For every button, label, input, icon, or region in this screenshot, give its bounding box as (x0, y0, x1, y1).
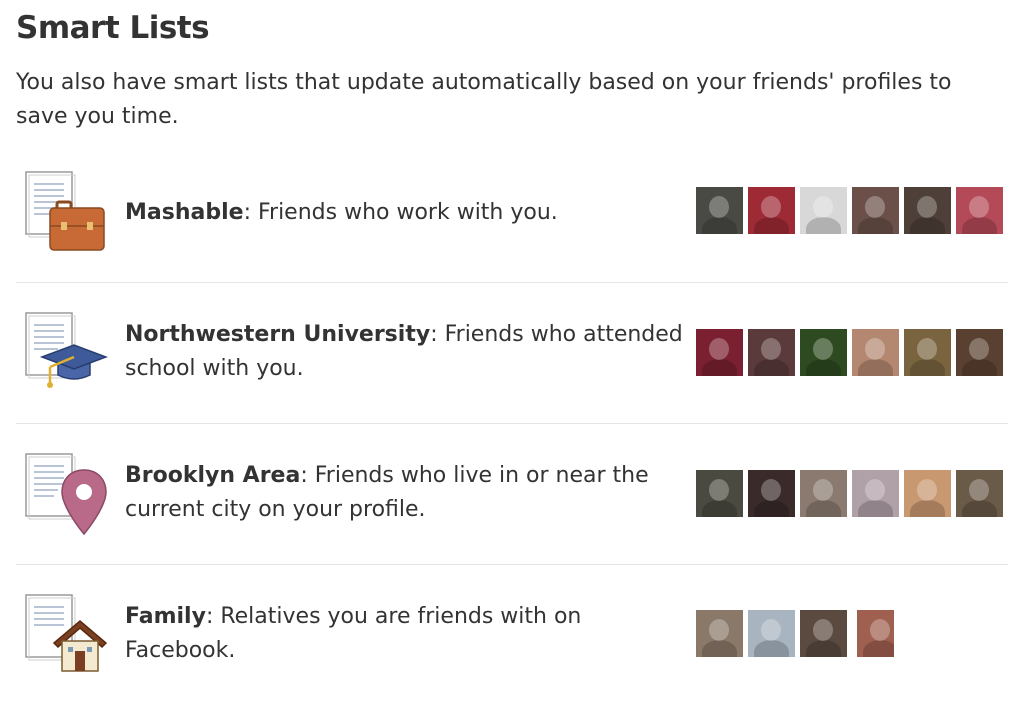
friend-photo[interactable] (800, 187, 847, 234)
friend-photo[interactable] (904, 470, 951, 517)
friend-photo[interactable] (800, 329, 847, 376)
friend-photo[interactable] (748, 470, 795, 517)
friend-photo[interactable] (852, 187, 899, 234)
smart-list-row[interactable]: Mashable: Friends who work with you. (16, 142, 1008, 283)
friend-photo[interactable] (852, 470, 899, 517)
friend-photo[interactable] (800, 470, 847, 517)
graduation-cap-icon (24, 311, 108, 397)
list-name-link[interactable]: Mashable (125, 200, 244, 225)
friend-photo[interactable] (748, 329, 795, 376)
friend-photo[interactable] (696, 610, 743, 657)
friend-photo[interactable] (904, 187, 951, 234)
smart-lists-panel: Smart Lists You also have smart lists th… (0, 0, 1024, 710)
smart-list-row[interactable]: Family: Relatives you are friends with o… (16, 565, 1008, 706)
friend-photo[interactable] (956, 187, 1003, 234)
friend-photo[interactable] (800, 610, 847, 657)
friend-photos (696, 610, 894, 657)
friend-photo[interactable] (956, 470, 1003, 517)
smart-list-row[interactable]: Brooklyn Area: Friends who live in or ne… (16, 424, 1008, 565)
friend-photo[interactable] (748, 187, 795, 234)
friend-photo[interactable] (696, 329, 743, 376)
friend-photo[interactable] (748, 610, 795, 657)
friend-photo[interactable] (904, 329, 951, 376)
friend-photos (696, 187, 1003, 234)
location-pin-icon (24, 452, 108, 538)
intro-text: You also have smart lists that update au… (16, 70, 952, 129)
friend-photo[interactable] (852, 329, 899, 376)
list-name-link[interactable]: Northwestern University (125, 322, 430, 347)
briefcase-icon (24, 170, 108, 256)
list-description: : Friends who work with you. (243, 200, 558, 225)
list-name-link[interactable]: Brooklyn Area (125, 463, 300, 488)
page-title: Smart Lists (16, 10, 210, 46)
friend-photos (696, 329, 1003, 376)
friend-photos (696, 470, 1003, 517)
friend-photo[interactable] (696, 187, 743, 234)
friend-photo[interactable] (696, 470, 743, 517)
list-name-link[interactable]: Family (125, 604, 206, 629)
friend-photo[interactable] (956, 329, 1003, 376)
smart-list-row[interactable]: Northwestern University: Friends who att… (16, 283, 1008, 424)
friend-photo[interactable] (857, 610, 894, 657)
house-icon (24, 593, 108, 679)
